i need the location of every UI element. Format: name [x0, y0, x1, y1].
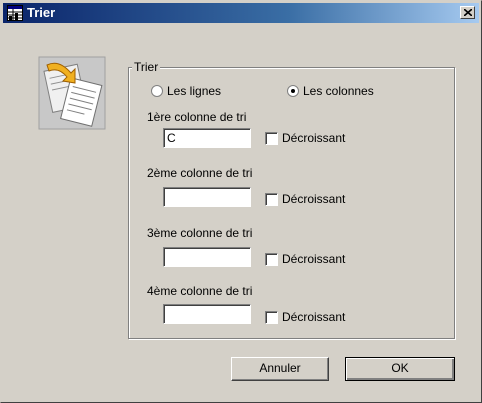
sort-column-2-label: 2ème colonne de tri [147, 166, 253, 180]
group-legend: Trier [132, 60, 161, 74]
radio-label-les-lignes[interactable]: Les lignes [167, 84, 221, 98]
close-icon [464, 9, 472, 16]
sort-column-4-descending-label[interactable]: Décroissant [282, 310, 345, 324]
spreadsheet-icon [7, 5, 23, 21]
sort-column-1-descending-label[interactable]: Décroissant [282, 131, 345, 145]
close-button[interactable] [460, 6, 475, 19]
ok-button[interactable]: OK [345, 357, 455, 381]
radio-label-les-colonnes[interactable]: Les colonnes [303, 84, 374, 98]
sort-column-2-input[interactable] [163, 187, 251, 207]
sort-column-1-descending-checkbox[interactable] [265, 132, 278, 145]
trier-dialog: Trier Trier Les lignes Les colonnes 1ère… [0, 0, 482, 403]
sort-column-1-input[interactable] [163, 128, 251, 148]
sort-column-2-descending-checkbox[interactable] [265, 193, 278, 206]
sort-column-3-label: 3ème colonne de tri [147, 226, 253, 240]
sort-column-3-input[interactable] [163, 247, 251, 267]
sort-column-4-label: 4ème colonne de tri [147, 284, 253, 298]
window-title: Trier [27, 5, 56, 20]
sort-column-1-label: 1ère colonne de tri [147, 110, 247, 124]
sort-column-3-descending-checkbox[interactable] [265, 253, 278, 266]
sort-column-4-descending-checkbox[interactable] [265, 311, 278, 324]
sort-column-2-descending-label[interactable]: Décroissant [282, 192, 345, 206]
radio-les-lignes[interactable] [151, 85, 163, 97]
sort-documents-icon [38, 56, 106, 130]
sort-column-3-descending-label[interactable]: Décroissant [282, 252, 345, 266]
cancel-button[interactable]: Annuler [231, 357, 329, 381]
sort-column-4-input[interactable] [163, 304, 251, 324]
radio-les-colonnes[interactable] [287, 85, 299, 97]
title-bar[interactable]: Trier [3, 3, 479, 23]
